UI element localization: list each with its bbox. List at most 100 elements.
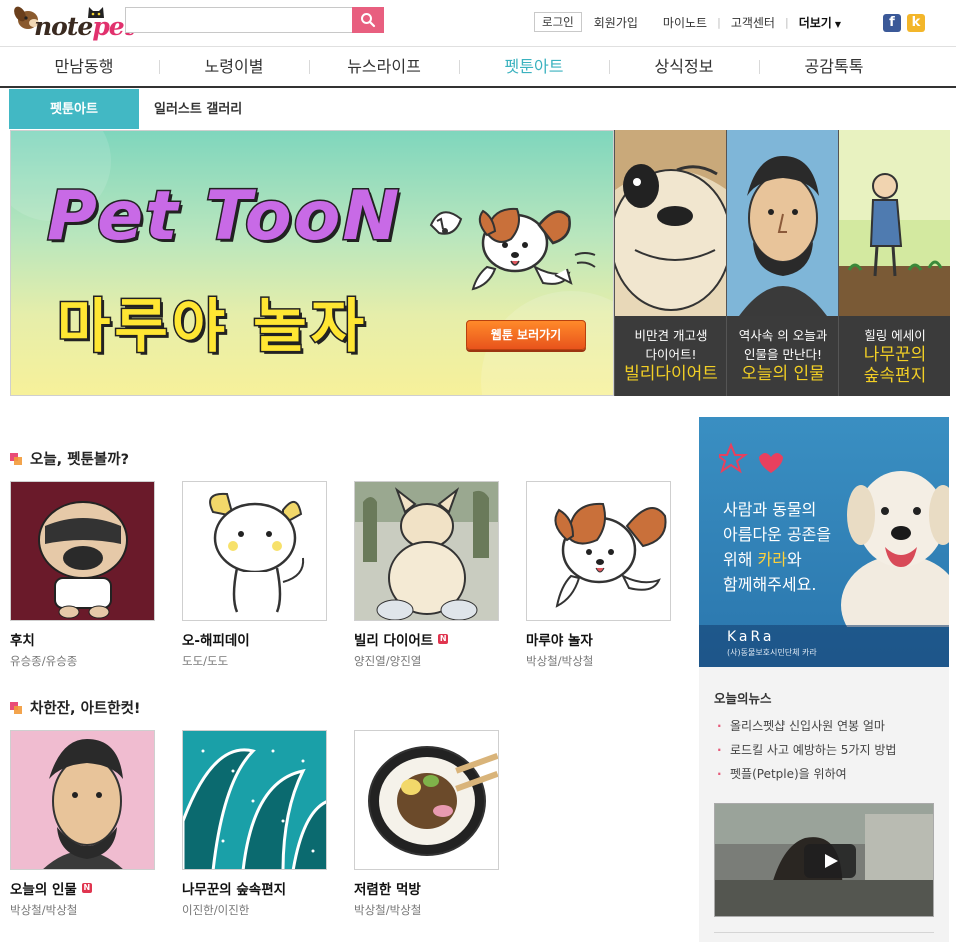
lincoln-illustration: [727, 130, 838, 316]
more-label: 더보기: [798, 15, 832, 30]
webtoon-title: 나무꾼의 숲속편지: [182, 882, 287, 898]
featured-card-caption: 비만견 개고생 다이어트! 빌리다이어트: [615, 316, 726, 396]
section-title-text: 오늘, 펫툰볼까?: [30, 452, 130, 468]
webtoon-card-todays-person[interactable]: 오늘의 인물 N 박상철/박상철: [10, 730, 155, 918]
search-input[interactable]: [126, 8, 352, 32]
featured-card-title: 빌리다이어트: [624, 364, 718, 384]
hero-title: Pet TooN: [45, 176, 402, 258]
webtoon-thumbnail[interactable]: [526, 481, 671, 621]
woodcutter-illustration: [839, 130, 950, 316]
main-navigation: 만남동행 노령이별 뉴스라이프 펫툰아트 상식정보 공감톡톡: [0, 46, 956, 88]
running-dog-illustration: [429, 207, 596, 291]
webtoon-card-oh-happy-day[interactable]: 오-해피데이 도도/도도: [182, 481, 327, 669]
logo[interactable]: notepet: [10, 2, 135, 42]
webtoon-author: 도도/도도: [182, 654, 229, 668]
nav-item-senior[interactable]: 노령이별: [159, 47, 309, 87]
more-menu-button[interactable]: 더보기 ▼: [799, 14, 841, 31]
search-field[interactable]: [125, 7, 353, 33]
news-item[interactable]: 펫플(Petple)을 위하여: [716, 765, 896, 789]
mynote-link[interactable]: 마이노트: [663, 14, 707, 31]
right-sidebar: 사람과 동물의 아름다운 공존을 위해 카라와 함께해주세요. KaRa (사)…: [699, 417, 949, 942]
caret-down-icon: ▼: [834, 19, 841, 29]
featured-card-title: 오늘의 인물: [741, 364, 825, 384]
search-button[interactable]: [352, 7, 384, 33]
featured-card-line2: 나무꾼의: [863, 345, 927, 365]
login-button[interactable]: 로그인: [534, 12, 582, 32]
news-list: 올리스펫샵 신입사원 연봉 얼마 로드킬 사고 예방하는 5가지 방법 펫플(P…: [716, 717, 896, 789]
news-video-player[interactable]: [714, 803, 934, 917]
cat-logo-icon: [88, 7, 104, 18]
webtoon-thumbnail[interactable]: [182, 481, 327, 621]
webtoon-thumbnail[interactable]: [182, 730, 327, 870]
featured-card-line2: 인물을 만난다!: [744, 347, 822, 362]
kakaostory-icon[interactable]: k: [907, 14, 925, 32]
customer-center-link[interactable]: 고객센터: [731, 14, 775, 31]
nav-item-meeting[interactable]: 만남동행: [9, 47, 159, 87]
webtoon-thumbnail[interactable]: [354, 730, 499, 870]
news-item[interactable]: 로드킬 사고 예방하는 5가지 방법: [716, 741, 896, 765]
webtoon-title: 저렴한 먹방: [354, 882, 421, 898]
nav-item-news[interactable]: 뉴스라이프: [309, 47, 459, 87]
featured-card-line1: 역사속 의 오늘과: [738, 328, 828, 343]
webtoon-card-hoochi[interactable]: 후치 유승종/유승종: [10, 481, 155, 669]
play-icon[interactable]: [804, 844, 856, 878]
featured-card-line1: 비만견 개고생: [634, 328, 708, 343]
webtoon-card-maru[interactable]: 마루야 놀자 박상철/박상철: [526, 481, 671, 669]
webtoon-author: 양진열/양진열: [354, 654, 422, 668]
webtoon-author: 유승종/유승종: [10, 654, 78, 668]
webtoon-thumbnail[interactable]: [10, 730, 155, 870]
signup-link[interactable]: 회원가입: [594, 14, 638, 31]
todays-news-title: 오늘의뉴스: [714, 691, 772, 706]
new-badge-icon: N: [438, 634, 449, 644]
webtoon-thumbnail[interactable]: [10, 481, 155, 621]
featured-card-line1: 힐링 에세이: [864, 328, 926, 343]
featured-card-todays-person[interactable]: 역사속 의 오늘과 인물을 만난다! 오늘의 인물: [726, 130, 838, 396]
sns-links: f k: [883, 14, 925, 32]
divider: [714, 932, 934, 933]
webtoon-title: 후치: [10, 633, 35, 649]
labrador-illustration: [841, 471, 949, 627]
webtoon-card-billy-diet[interactable]: 빌리 다이어트 N 양진열/양진열: [354, 481, 499, 669]
featured-card-forest-letter[interactable]: 힐링 에세이 나무꾼의 숲속편지: [838, 130, 950, 396]
webtoon-author: 이진한/이진한: [182, 903, 250, 917]
bulldog-illustration: [615, 130, 726, 316]
hero-subtitle: 마루야 놀자: [56, 291, 368, 362]
webtoon-card-forest-letter[interactable]: 나무꾼의 숲속편지 이진한/이진한: [182, 730, 327, 918]
featured-card-line2: 다이어트!: [645, 347, 697, 362]
search-icon: [361, 13, 376, 28]
featured-card-title: 숲속편지: [863, 366, 927, 386]
webtoon-author: 박상철/박상철: [354, 903, 422, 917]
webtoon-title: 빌리 다이어트 N: [354, 633, 449, 649]
divider: |: [717, 15, 721, 29]
section-title-today: 오늘, 펫툰볼까?: [10, 448, 129, 469]
nav-item-talk[interactable]: 공감톡톡: [759, 47, 909, 87]
logo-text: notepet: [34, 12, 135, 41]
featured-card-caption: 힐링 에세이 나무꾼의 숲속편지: [839, 316, 950, 396]
divider: |: [784, 15, 789, 29]
section-bullet-icon: [10, 452, 22, 465]
sub-navigation: 펫툰아트 일러스트 갤러리: [9, 89, 948, 129]
webtoon-card-cheap-mukbang[interactable]: 저렴한 먹방 박상철/박상철: [354, 730, 499, 918]
facebook-icon[interactable]: f: [883, 14, 901, 32]
webtoon-title: 오-해피데이: [182, 633, 250, 649]
utility-menu: 로그인 회원가입 마이노트 | 고객센터 | 더보기 ▼: [534, 12, 841, 32]
ad-text: 사람과 동물의 아름다운 공존을 위해 카라와 함께해주세요.: [723, 500, 832, 594]
nav-item-info[interactable]: 상식정보: [609, 47, 759, 87]
kara-logo: KaRa: [727, 629, 775, 645]
tab-pettoon-art[interactable]: 펫툰아트: [9, 89, 139, 129]
header: notepet 로그인 회원가입 마이노트 | 고객센터 | 더보기 ▼ f k: [0, 0, 956, 46]
section-title-text: 차한잔, 아트한컷!: [30, 701, 141, 717]
view-webtoon-button[interactable]: 웹툰 보러가기: [466, 320, 586, 350]
nav-item-pettoon[interactable]: 펫툰아트: [459, 47, 609, 87]
news-item[interactable]: 올리스펫샵 신입사원 연봉 얼마: [716, 717, 896, 741]
hero-banner[interactable]: Pet TooN 마루야 놀자 웹툰 보러가기: [10, 130, 614, 396]
tab-illust-gallery[interactable]: 일러스트 갤러리: [154, 89, 242, 129]
featured-card-billy-diet[interactable]: 비만견 개고생 다이어트! 빌리다이어트: [614, 130, 726, 396]
new-badge-icon: N: [81, 883, 92, 893]
featured-card-caption: 역사속 의 오늘과 인물을 만난다! 오늘의 인물: [727, 316, 838, 396]
kara-ad-banner[interactable]: 사람과 동물의 아름다운 공존을 위해 카라와 함께해주세요. KaRa (사)…: [699, 417, 949, 667]
section-title-art: 차한잔, 아트한컷!: [10, 697, 141, 718]
section-bullet-icon: [10, 701, 22, 714]
webtoon-thumbnail[interactable]: [354, 481, 499, 621]
kara-subtitle: (사)동물보호시민단체 카라: [727, 648, 817, 657]
